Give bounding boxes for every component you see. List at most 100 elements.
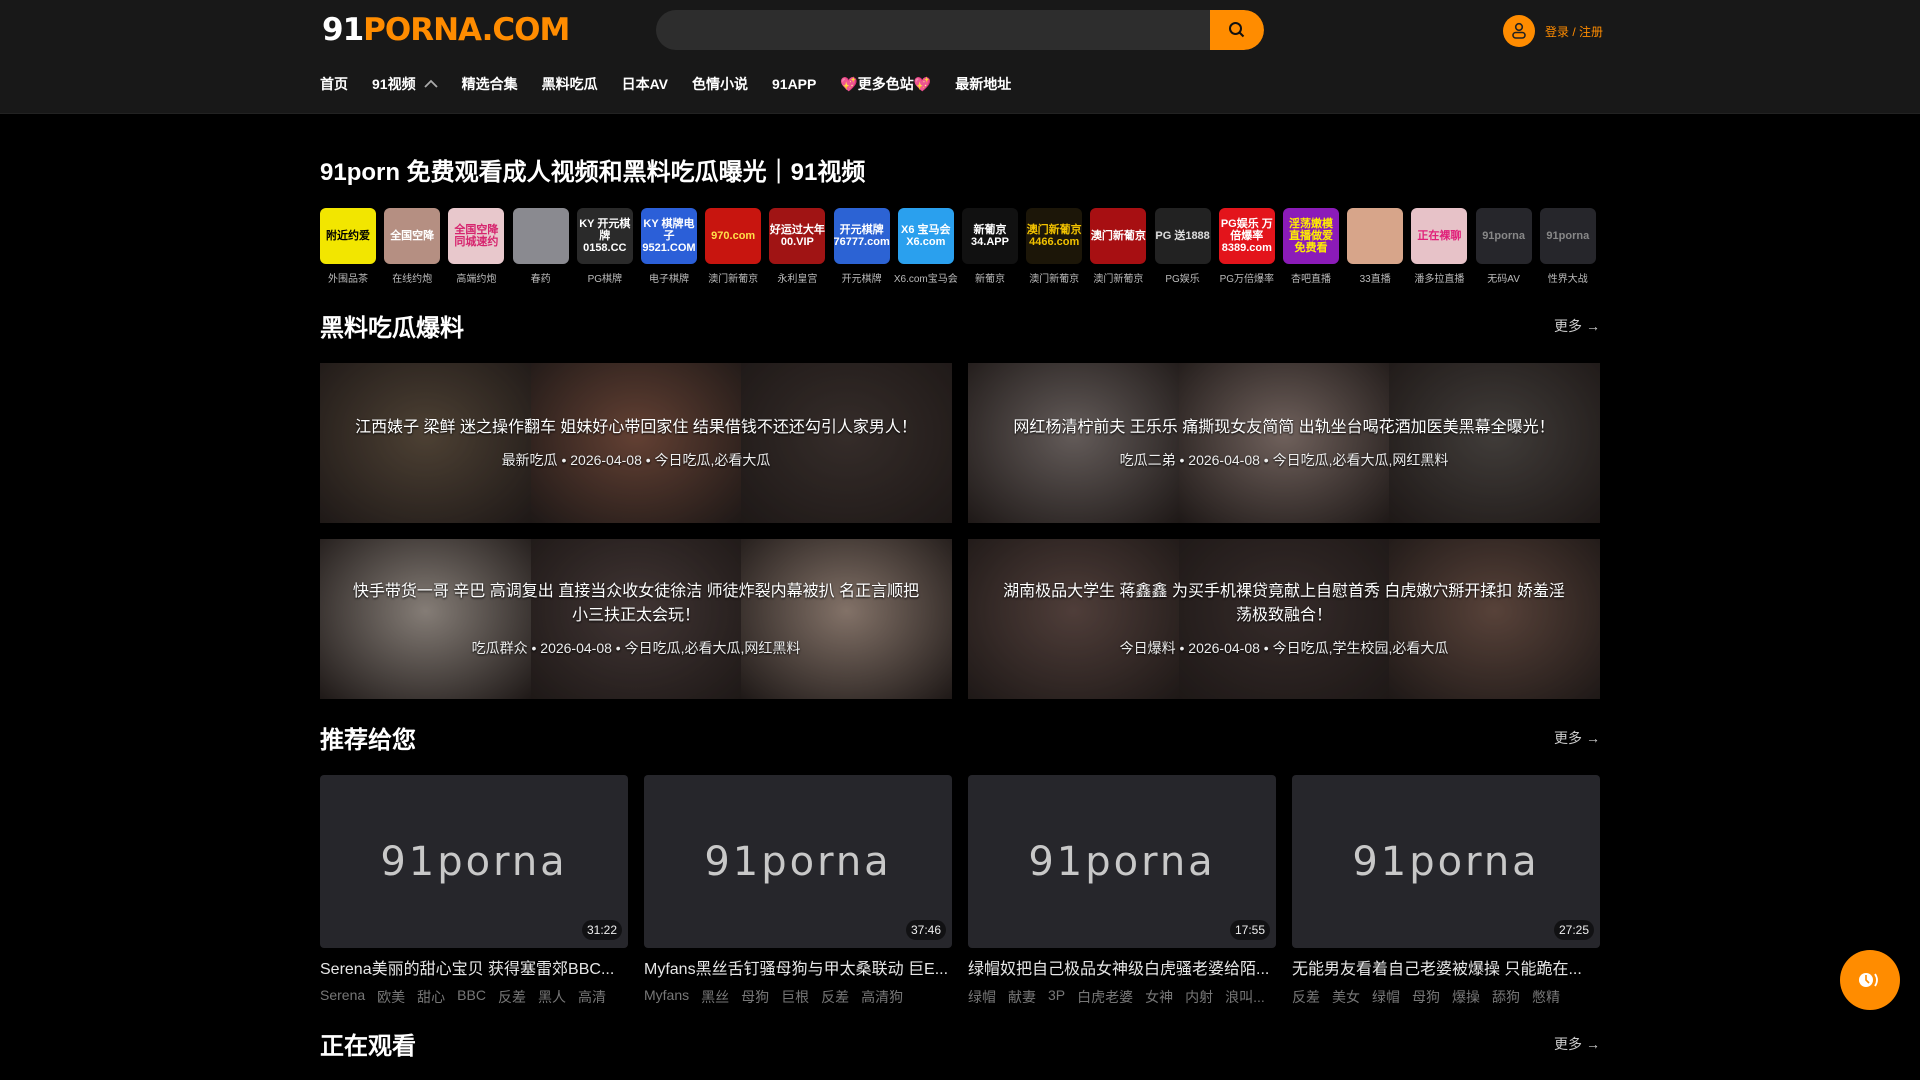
gossip-card[interactable]: 网红杨清柠前夫 王乐乐 痛撕现女友简简 出轨坐台喝花酒加医美黑幕全曝光！ 吃瓜二弟… — [968, 363, 1600, 523]
login-label: 登录 / 注册 — [1545, 24, 1604, 39]
video-tag[interactable]: BBC — [457, 987, 486, 1007]
app-icon-item[interactable]: 91porna 性界大战 — [1539, 208, 1596, 285]
video-title[interactable]: 无能男友看着自己老婆被爆操 只能跪在... — [1292, 955, 1600, 979]
app-icon-image: 全国空降 — [384, 208, 441, 264]
app-icon-grid: 附近约爱 外围品茶 全国空降 在线约炮 全国空降 同城速约 高端约炮 春药 KY 开元棋牌 0… — [320, 208, 1600, 285]
search-button[interactable] — [1210, 10, 1264, 50]
history-float-button[interactable] — [1840, 950, 1900, 1010]
video-tag[interactable]: 高清狗 — [861, 987, 903, 1007]
video-tag[interactable]: 母狗 — [1412, 987, 1440, 1007]
app-icon-item[interactable]: 淫荡嫩模 直播做爱 免费看 杏吧直播 — [1283, 208, 1339, 285]
app-icon-image: 好运过大年 00.VIP — [769, 208, 826, 264]
app-icon-item[interactable]: 澳门新葡京 澳门新葡京 — [1090, 208, 1147, 285]
video-tag[interactable]: 浪叫... — [1225, 987, 1265, 1007]
app-icon-item[interactable]: PG娱乐 万倍爆率 8389.com PG万倍爆率 — [1218, 208, 1275, 285]
app-icon-art-text: 淫荡嫩模 直播做爱 免费看 — [1289, 217, 1333, 255]
app-icon-item[interactable]: PG 送1888 PG娱乐 — [1154, 208, 1211, 285]
app-icon-item[interactable]: 新葡京 34.APP 新葡京 — [962, 208, 1018, 285]
video-tag[interactable]: Serena — [320, 987, 365, 1007]
nav-novels[interactable]: 色情小说 — [692, 74, 748, 94]
video-tag[interactable]: 巨根 — [781, 987, 809, 1007]
app-icon-item[interactable]: 全国空降 同城速约 高端约炮 — [448, 208, 505, 285]
app-icon-art-text: 全国空降 同城速约 — [454, 223, 499, 248]
video-tag[interactable]: 高清 — [578, 987, 606, 1007]
app-icon-item[interactable]: KY 棋牌电子 9521.COM 电子棋牌 — [641, 208, 697, 285]
gossip-title: 江西婊子 梁鲜 迷之操作翻车 姐妹好心带回家住 结果借钱不还还勾引人家男人！ — [355, 419, 917, 436]
nav-collections[interactable]: 精选合集 — [462, 74, 518, 94]
video-card[interactable]: 91porna 27:25 无能男友看着自己老婆被爆操 只能跪在... 反差 美女 绿帽母… — [1292, 775, 1600, 1007]
video-tag[interactable]: 母狗 — [741, 987, 769, 1007]
app-icon-image — [1347, 208, 1404, 264]
more-link-watching[interactable]: 更多 → — [1554, 1034, 1600, 1054]
nav-91app[interactable]: 91APP — [772, 74, 816, 94]
video-thumbnail[interactable]: 91porna 17:55 — [968, 775, 1276, 948]
video-thumbnail[interactable]: 91porna 27:25 — [1292, 775, 1600, 948]
nav-91-video[interactable]: 91视频 — [372, 74, 438, 94]
more-label: 更多 — [1554, 730, 1582, 746]
more-link-gossip[interactable]: 更多 → — [1554, 316, 1600, 336]
video-card[interactable]: 91porna 31:22 Serena美丽的甜心宝贝 获得塞雷郊BBC... Ser… — [320, 775, 628, 1007]
app-icon-item[interactable]: 全国空降 在线约炮 — [384, 208, 441, 285]
video-tag[interactable]: 美女 — [1332, 987, 1360, 1007]
nav-gossip[interactable]: 黑料吃瓜 — [542, 74, 598, 94]
video-title[interactable]: 绿帽奴把自己极品女神级白虎骚老婆给陌... — [968, 955, 1276, 979]
app-icon-image: 附近约爱 — [320, 208, 376, 264]
video-thumbnail[interactable]: 91porna 37:46 — [644, 775, 952, 948]
search-bar — [656, 10, 1264, 50]
app-icon-image: PG娱乐 万倍爆率 8389.com — [1218, 208, 1275, 264]
site-logo[interactable]: 91PORNA.COM — [322, 12, 570, 48]
app-icon-art-text: PG娱乐 万倍爆率 8389.com — [1220, 217, 1273, 255]
nav-more-sites[interactable]: 💖更多色站💖 — [840, 74, 931, 94]
video-tag[interactable]: 甜心 — [417, 987, 445, 1007]
app-icon-art-text: 附近约爱 — [326, 229, 370, 242]
video-tag[interactable]: 绿帽 — [1372, 987, 1400, 1007]
gossip-card[interactable]: 湖南极品大学生 蒋鑫鑫 为买手机裸贷竟献上自慰首秀 白虎嫩穴掰开揉扣 娇羞淫荡极… — [968, 539, 1600, 699]
app-icon-item[interactable]: 开元棋牌 76777.com 开元棋牌 — [833, 208, 890, 285]
video-title[interactable]: Serena美丽的甜心宝贝 获得塞雷郊BBC... — [320, 955, 628, 979]
video-tag[interactable]: 憋精 — [1532, 987, 1560, 1007]
video-tag[interactable]: 黑丝 — [701, 987, 729, 1007]
video-tag[interactable]: 欧美 — [377, 987, 405, 1007]
search-input[interactable] — [656, 10, 1210, 50]
app-icon-item[interactable]: 970.com 澳门新葡京 — [705, 208, 762, 285]
video-tag[interactable]: 爆操 — [1452, 987, 1480, 1007]
gossip-meta: 吃瓜群众 • 2026-04-08 • 今日吃瓜,必看大瓜,网红黑料 — [471, 640, 801, 656]
app-icon-image: 91porna — [1539, 208, 1596, 264]
video-card[interactable]: 91porna 37:46 Myfans黑丝舌钉骚母狗与甲太桑联动 巨E... Myf… — [644, 775, 952, 1007]
nav-japan-av[interactable]: 日本AV — [622, 74, 668, 94]
video-tag[interactable]: 反差 — [821, 987, 849, 1007]
video-thumbnail[interactable]: 91porna 31:22 — [320, 775, 628, 948]
app-icon-item[interactable]: 正在裸聊 潘多拉直播 — [1411, 208, 1468, 285]
video-title[interactable]: Myfans黑丝舌钉骚母狗与甲太桑联动 巨E... — [644, 955, 952, 979]
app-icon-image: 970.com — [705, 208, 762, 264]
arrow-right-icon: → — [1586, 1036, 1600, 1052]
login-register-link[interactable]: 登录 / 注册 — [1503, 15, 1603, 47]
watermark: 91porna — [704, 838, 892, 885]
app-icon-item[interactable]: 附近约爱 外围品茶 — [320, 208, 376, 285]
app-icon-item[interactable]: 好运过大年 00.VIP 永利皇宫 — [769, 208, 826, 285]
app-icon-item[interactable]: 澳门新葡京 4466.com 澳门新葡京 — [1026, 208, 1083, 285]
gossip-overlay: 湖南极品大学生 蒋鑫鑫 为买手机裸贷竟献上自慰首秀 白虎嫩穴掰开揉扣 娇羞淫荡极… — [968, 539, 1600, 699]
video-tag[interactable]: 3P — [1048, 987, 1065, 1007]
video-tag[interactable]: 内射 — [1185, 987, 1213, 1007]
nav-home[interactable]: 首页 — [320, 74, 348, 94]
video-tag[interactable]: 反差 — [498, 987, 526, 1007]
app-icon-item[interactable]: 春药 — [512, 208, 569, 285]
more-link-recommend[interactable]: 更多 → — [1554, 728, 1600, 748]
video-tag[interactable]: 绿帽 — [968, 987, 996, 1007]
video-tag[interactable]: 白虎老婆 — [1077, 987, 1133, 1007]
app-icon-item[interactable]: 91porna 无码AV — [1475, 208, 1532, 285]
video-tag[interactable]: Myfans — [644, 987, 689, 1007]
video-tag[interactable]: 舔狗 — [1492, 987, 1520, 1007]
video-tag[interactable]: 献妻 — [1008, 987, 1036, 1007]
video-tag[interactable]: 女神 — [1145, 987, 1173, 1007]
gossip-card[interactable]: 江西婊子 梁鲜 迷之操作翻车 姐妹好心带回家住 结果借钱不还还勾引人家男人！ 最新… — [320, 363, 952, 523]
video-tag[interactable]: 黑人 — [538, 987, 566, 1007]
app-icon-item[interactable]: KY 开元棋牌 0158.CC PG棋牌 — [576, 208, 633, 285]
video-card[interactable]: 91porna 17:55 绿帽奴把自己极品女神级白虎骚老婆给陌... 绿帽 献妻 3P 白… — [968, 775, 1276, 1007]
gossip-card[interactable]: 快手带货一哥 辛巴 高调复出 直接当众收女徒徐洁 师徒炸裂内幕被扒 名正言顺把小… — [320, 539, 952, 699]
video-tag[interactable]: 反差 — [1292, 987, 1320, 1007]
app-icon-item[interactable]: 33直播 — [1347, 208, 1404, 285]
nav-latest-address[interactable]: 最新地址 — [955, 74, 1011, 94]
app-icon-item[interactable]: X6 宝马会 X6.com X6.com宝马会 — [894, 208, 958, 285]
